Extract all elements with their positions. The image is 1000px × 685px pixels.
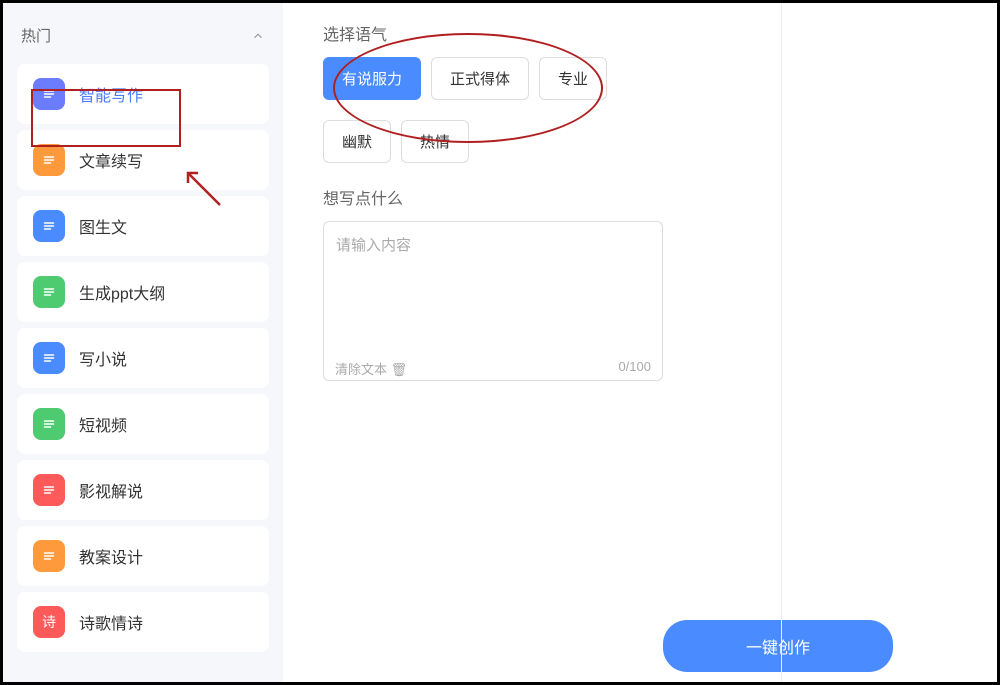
sidebar-item-label: 写小说 — [79, 346, 127, 370]
trash-icon: 🗑 — [391, 362, 408, 377]
tone-option-4[interactable]: 热情 — [401, 120, 469, 163]
sidebar-item-label: 智能写作 — [79, 82, 143, 106]
divider — [781, 3, 782, 682]
sidebar-item-label: 图生文 — [79, 214, 127, 238]
prompt-label: 想写点什么 — [323, 185, 957, 209]
sidebar-item-1[interactable]: 文章续写 — [17, 130, 269, 190]
sidebar-item-label: 文章续写 — [79, 148, 143, 172]
sidebar-item-4[interactable]: 写小说 — [17, 328, 269, 388]
sidebar-item-icon — [33, 210, 65, 242]
main-content: 选择语气 有说服力正式得体专业幽默热情 想写点什么 清除文本 🗑 0/100 一… — [283, 3, 997, 682]
tone-options: 有说服力正式得体专业幽默热情 — [323, 57, 957, 163]
sidebar-item-label: 诗歌情诗 — [79, 610, 143, 634]
tone-option-0[interactable]: 有说服力 — [323, 57, 421, 100]
sidebar-item-icon — [33, 276, 65, 308]
sidebar-item-icon — [33, 474, 65, 506]
submit-button[interactable]: 一键创作 — [663, 620, 893, 672]
sidebar-item-0[interactable]: 智能写作 — [17, 64, 269, 124]
sidebar-item-label: 生成ppt大纲 — [79, 280, 165, 304]
tone-option-3[interactable]: 幽默 — [323, 120, 391, 163]
content-input[interactable] — [323, 221, 663, 381]
tone-label: 选择语气 — [323, 21, 957, 45]
sidebar-item-label: 短视频 — [79, 412, 127, 436]
sidebar-item-8[interactable]: 诗诗歌情诗 — [17, 592, 269, 652]
sidebar-section-label: 热门 — [21, 25, 51, 46]
sidebar-item-label: 教案设计 — [79, 544, 143, 568]
sidebar-item-3[interactable]: 生成ppt大纲 — [17, 262, 269, 322]
clear-text-button[interactable]: 清除文本 🗑 — [335, 359, 407, 378]
sidebar-item-icon — [33, 144, 65, 176]
chevron-up-icon — [251, 29, 265, 43]
sidebar-section-header[interactable]: 热门 — [3, 13, 283, 58]
sidebar: 热门 智能写作文章续写图生文生成ppt大纲写小说短视频影视解说教案设计诗诗歌情诗 — [3, 3, 283, 682]
sidebar-item-label: 影视解说 — [79, 478, 143, 502]
sidebar-item-6[interactable]: 影视解说 — [17, 460, 269, 520]
sidebar-item-icon: 诗 — [33, 606, 65, 638]
tone-option-1[interactable]: 正式得体 — [431, 57, 529, 100]
sidebar-item-7[interactable]: 教案设计 — [17, 526, 269, 586]
tone-option-2[interactable]: 专业 — [539, 57, 607, 100]
sidebar-item-5[interactable]: 短视频 — [17, 394, 269, 454]
char-counter: 0/100 — [618, 359, 651, 378]
sidebar-item-icon — [33, 342, 65, 374]
sidebar-item-icon — [33, 540, 65, 572]
sidebar-item-2[interactable]: 图生文 — [17, 196, 269, 256]
sidebar-item-icon — [33, 78, 65, 110]
sidebar-item-icon — [33, 408, 65, 440]
